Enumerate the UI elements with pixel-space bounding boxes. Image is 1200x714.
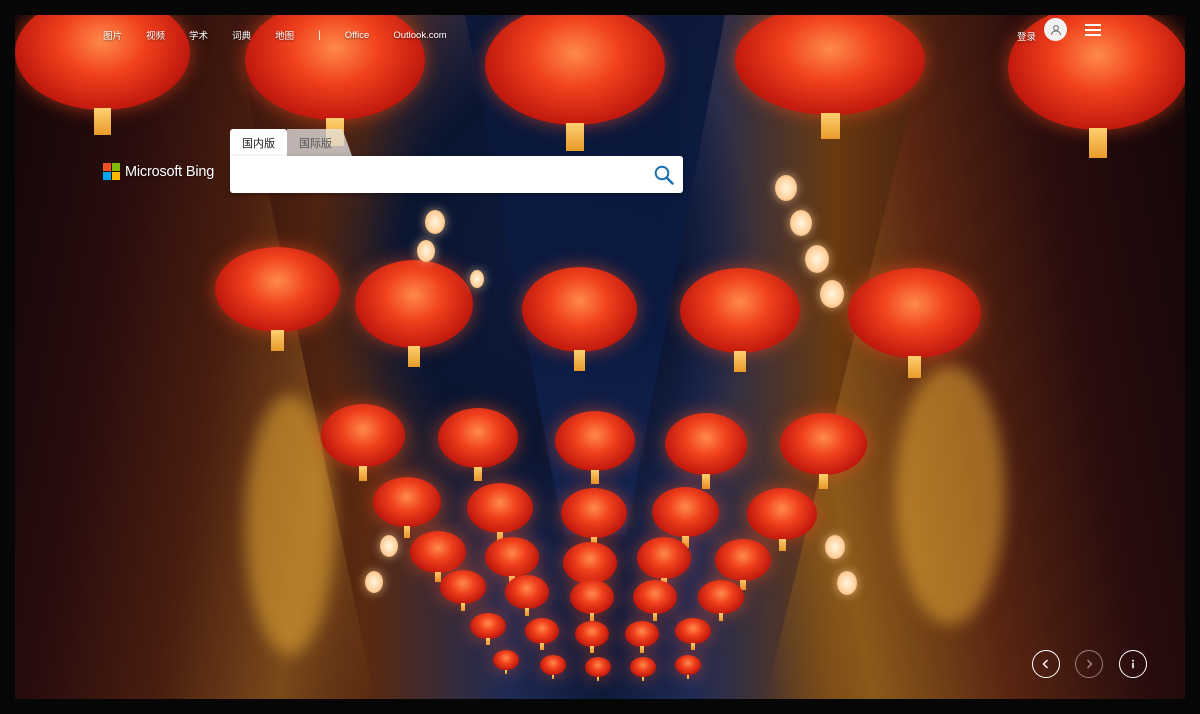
paper-lantern xyxy=(820,280,844,308)
user-avatar-button[interactable] xyxy=(1044,18,1067,41)
top-navigation: 图片 视频 学术 词典 地图 | Office Outlook.com xyxy=(103,23,471,47)
lantern xyxy=(470,613,506,645)
lantern xyxy=(585,657,611,682)
next-image-button[interactable] xyxy=(1075,650,1103,678)
lantern xyxy=(440,570,486,612)
image-info-button[interactable] xyxy=(1119,650,1147,678)
nav-outlook[interactable]: Outlook.com xyxy=(393,30,446,41)
lantern xyxy=(540,655,566,680)
lantern xyxy=(555,411,635,485)
paper-lantern xyxy=(805,245,829,273)
lantern xyxy=(525,618,559,650)
lantern xyxy=(522,267,637,371)
lantern xyxy=(575,621,609,653)
lantern xyxy=(848,268,981,378)
lantern xyxy=(633,580,677,622)
lantern xyxy=(630,657,656,682)
lantern xyxy=(747,488,817,552)
paper-lantern xyxy=(470,270,484,288)
paper-lantern xyxy=(365,571,383,593)
chevron-left-icon xyxy=(1042,659,1048,669)
nav-maps[interactable]: 地图 xyxy=(275,28,294,42)
paper-lantern xyxy=(417,240,435,262)
lantern xyxy=(561,488,627,549)
paper-lantern xyxy=(837,571,857,595)
background-image: 图片 视频 学术 词典 地图 | Office Outlook.com 登录 M… xyxy=(15,15,1185,699)
lantern xyxy=(680,268,800,372)
paper-lantern xyxy=(425,210,445,234)
microsoft-logo-icon xyxy=(103,163,120,180)
search-input[interactable] xyxy=(240,162,644,189)
lantern xyxy=(698,580,744,622)
nav-academic[interactable]: 学术 xyxy=(189,28,208,42)
hamburger-menu-icon[interactable] xyxy=(1085,22,1101,36)
lantern xyxy=(373,477,441,538)
lantern xyxy=(665,413,747,489)
tab-international[interactable]: 国际版 xyxy=(287,129,352,156)
lantern xyxy=(438,408,518,482)
search-scope-tabs: 国内版 国际版 xyxy=(230,129,352,156)
nav-images[interactable]: 图片 xyxy=(103,28,122,42)
lantern xyxy=(485,537,539,586)
nav-office[interactable]: Office xyxy=(345,30,370,41)
lantern xyxy=(215,247,340,351)
chevron-right-icon xyxy=(1087,659,1093,669)
search-button[interactable] xyxy=(653,164,675,186)
lantern xyxy=(493,650,519,675)
lantern xyxy=(715,539,771,591)
paper-lantern xyxy=(790,210,812,236)
lantern xyxy=(355,260,473,368)
paper-lantern xyxy=(380,535,398,557)
login-link[interactable]: 登录 xyxy=(1017,29,1036,43)
lantern xyxy=(570,580,614,622)
user-icon xyxy=(1050,24,1061,35)
lantern xyxy=(735,15,925,140)
nav-videos[interactable]: 视频 xyxy=(146,28,165,42)
info-icon xyxy=(1132,659,1134,669)
bing-logo[interactable]: Microsoft Bing xyxy=(103,163,214,180)
lantern xyxy=(563,542,617,594)
search-icon xyxy=(654,165,674,185)
nav-separator: | xyxy=(318,29,321,41)
nav-dictionary[interactable]: 词典 xyxy=(232,28,251,42)
light-glow xyxy=(895,365,1005,625)
paper-lantern xyxy=(775,175,797,201)
search-box xyxy=(230,156,683,193)
lantern xyxy=(780,413,867,489)
lantern xyxy=(625,621,659,653)
previous-image-button[interactable] xyxy=(1032,650,1060,678)
lantern xyxy=(675,655,701,680)
lantern xyxy=(675,618,711,650)
lantern xyxy=(652,487,719,548)
lantern xyxy=(467,483,533,544)
tab-domestic[interactable]: 国内版 xyxy=(230,129,287,156)
lantern xyxy=(505,575,549,617)
lantern xyxy=(321,404,405,481)
lantern xyxy=(637,537,691,589)
brand-name: Microsoft Bing xyxy=(125,163,215,180)
browser-frame: 图片 视频 学术 词典 地图 | Office Outlook.com 登录 M… xyxy=(0,0,1200,714)
lantern xyxy=(410,531,466,583)
paper-lantern xyxy=(825,535,845,559)
